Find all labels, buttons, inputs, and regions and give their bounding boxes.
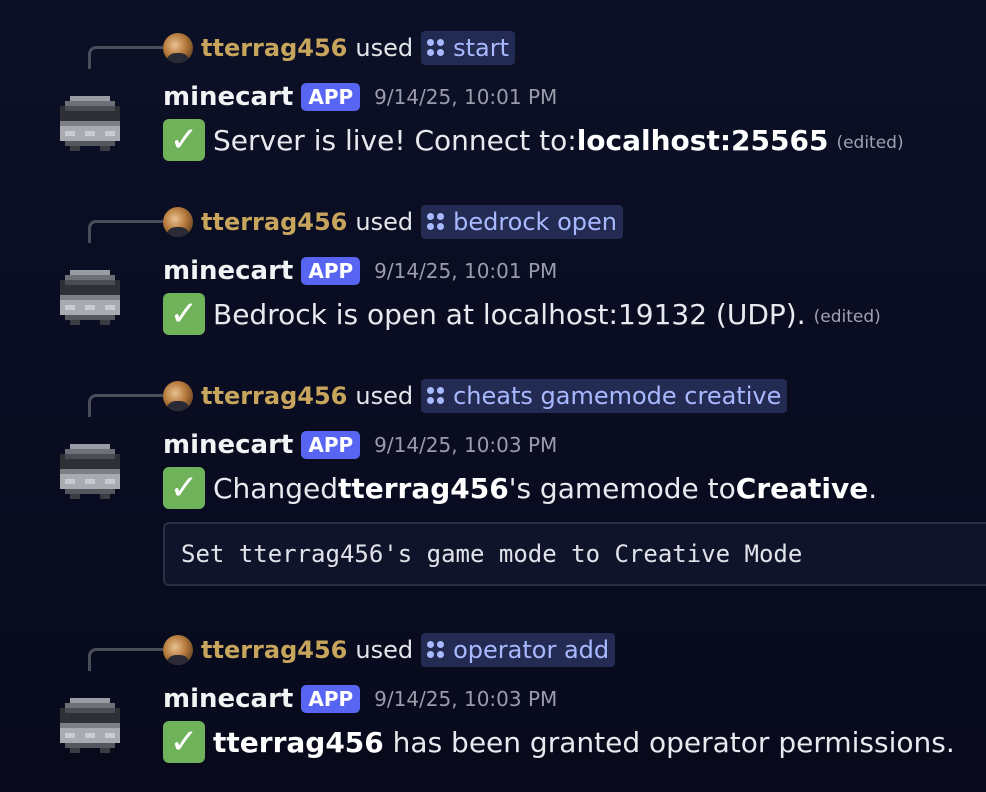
reply-connector [88,220,163,243]
body-text: Bedrock is open at localhost:19132 (UDP)… [213,297,806,331]
command-pill[interactable]: start [421,31,515,65]
user-avatar[interactable] [163,33,193,63]
minecart-avatar[interactable] [55,434,125,504]
reply-used-label: used [355,382,414,410]
reply-used-label: used [355,34,414,62]
command-reply[interactable]: tterrag456 used cheats gamemode creative [163,379,788,413]
body-bold-gamemode: Creative [735,471,869,505]
command-reply[interactable]: tterrag456 used start [163,31,515,65]
body-bold-address: localhost:25565 [576,123,829,157]
body-bold-username: tterrag456 [213,725,384,759]
body-text: 's gamemode to [508,471,736,505]
body-bold-username: tterrag456 [337,471,509,505]
slash-command-icon [427,641,445,659]
author-name[interactable]: minecart [163,256,293,286]
minecart-avatar[interactable] [55,86,125,156]
message-body: ✓ Changed tterrag456 's gamemode to Crea… [163,467,877,509]
reply-connector [88,648,163,671]
edited-label: (edited) [813,307,881,327]
user-avatar[interactable] [163,207,193,237]
command-name: cheats gamemode creative [453,382,782,410]
reply-connector [88,394,163,417]
app-badge: APP [301,431,361,459]
check-mark-icon: ✓ [163,467,205,509]
slash-command-icon [427,387,445,405]
minecart-avatar[interactable] [55,260,125,330]
reply-connector [88,46,163,69]
author-name[interactable]: minecart [163,684,293,714]
command-pill[interactable]: cheats gamemode creative [421,379,788,413]
minecart-avatar[interactable] [55,688,125,758]
command-reply[interactable]: tterrag456 used bedrock open [163,205,623,239]
code-text: Set tterrag456's game mode to Creative M… [181,540,803,568]
author-name[interactable]: minecart [163,82,293,112]
check-mark-icon: ✓ [163,119,205,161]
message-body: ✓ Bedrock is open at localhost:19132 (UD… [163,293,881,335]
app-badge: APP [301,257,361,285]
command-name: start [453,34,509,62]
body-text: Server is live! Connect to: [213,123,577,157]
message-body: ✓ tterrag456 has been granted operator p… [163,721,955,763]
message-header: minecart APP 9/14/25, 10:03 PM [163,428,557,462]
reply-used-label: used [355,208,414,236]
reply-username[interactable]: tterrag456 [201,208,347,236]
user-avatar[interactable] [163,635,193,665]
app-badge: APP [301,685,361,713]
app-badge: APP [301,83,361,111]
message-header: minecart APP 9/14/25, 10:03 PM [163,682,557,716]
timestamp[interactable]: 9/14/25, 10:01 PM [374,259,557,283]
reply-username[interactable]: tterrag456 [201,34,347,62]
user-avatar[interactable] [163,381,193,411]
body-text: Changed [213,471,338,505]
command-pill[interactable]: bedrock open [421,205,623,239]
command-reply[interactable]: tterrag456 used operator add [163,633,616,667]
slash-command-icon [427,39,445,57]
command-name: operator add [453,636,610,664]
check-mark-icon: ✓ [163,293,205,335]
body-text: has been granted operator permissions. [383,725,955,759]
timestamp[interactable]: 9/14/25, 10:03 PM [374,433,557,457]
reply-username[interactable]: tterrag456 [201,382,347,410]
message-header: minecart APP 9/14/25, 10:01 PM [163,80,557,114]
edited-label: (edited) [836,133,904,153]
slash-command-icon [427,213,445,231]
body-text: . [868,471,878,505]
reply-used-label: used [355,636,414,664]
reply-username[interactable]: tterrag456 [201,636,347,664]
code-block[interactable]: Set tterrag456's game mode to Creative M… [163,522,986,586]
message-header: minecart APP 9/14/25, 10:01 PM [163,254,557,288]
timestamp[interactable]: 9/14/25, 10:03 PM [374,687,557,711]
command-name: bedrock open [453,208,617,236]
timestamp[interactable]: 9/14/25, 10:01 PM [374,85,557,109]
command-pill[interactable]: operator add [421,633,616,667]
author-name[interactable]: minecart [163,430,293,460]
message-body: ✓ Server is live! Connect to: localhost:… [163,119,904,161]
check-mark-icon: ✓ [163,721,205,763]
